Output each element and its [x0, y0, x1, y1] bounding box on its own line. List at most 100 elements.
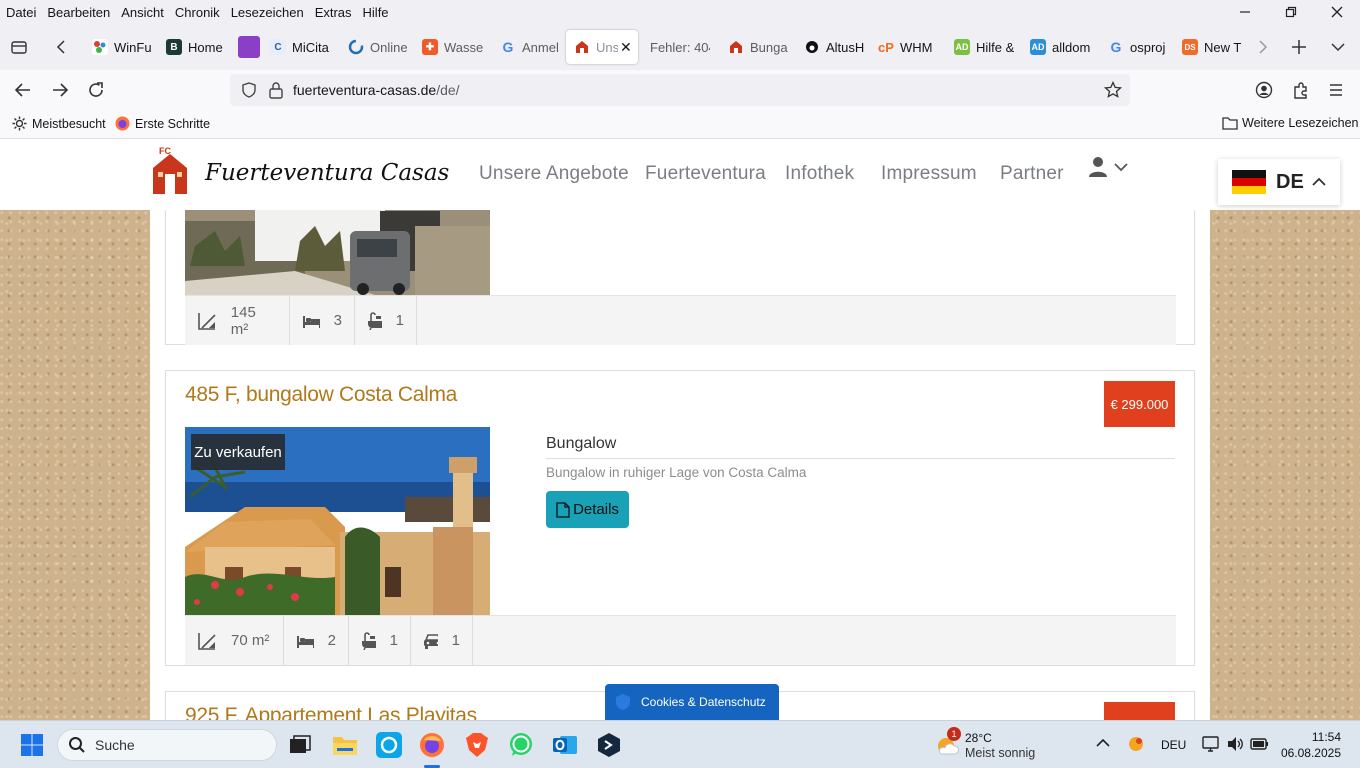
tab-fehler-404[interactable]: Fehler: 404 — [642, 30, 710, 64]
menu-lesezeichen[interactable]: Lesezeichen — [231, 5, 304, 20]
menu-hilfe[interactable]: Hilfe — [363, 5, 389, 20]
tab-home[interactable]: B Home — [158, 30, 226, 64]
lock-icon[interactable] — [268, 81, 284, 99]
bookmark-star-icon[interactable] — [1104, 81, 1122, 99]
listing-photo[interactable]: Zu verkaufen — [185, 427, 490, 615]
app-cube-icon[interactable] — [595, 731, 623, 759]
listing-type: Bungalow — [546, 435, 617, 452]
tabs-scroll-right-icon[interactable] — [1256, 39, 1270, 55]
whatsapp-icon[interactable] — [507, 731, 535, 759]
bed-icon — [303, 315, 320, 328]
bookmark-meistbesucht[interactable]: Meistbesucht — [12, 116, 106, 131]
outlook-icon[interactable] — [551, 731, 579, 759]
taskbar-search[interactable]: Suche — [57, 729, 277, 761]
bookmark-erste-schritte[interactable]: Erste Schritte — [115, 116, 210, 131]
online-favicon-icon — [348, 39, 364, 55]
weather-widget[interactable]: 1 28°C Meist sonnig — [935, 727, 1035, 761]
language-switcher[interactable]: DE — [1218, 159, 1340, 205]
nav-fuerteventura[interactable]: Fuerteventura — [645, 163, 766, 185]
back-icon[interactable] — [14, 81, 32, 99]
google-favicon-icon: G — [502, 39, 514, 55]
tab-wasser[interactable]: ✚ Wasse — [414, 30, 484, 64]
cookie-consent-button[interactable]: Cookies & Datenschutz — [605, 684, 779, 720]
weather-temp: 28°C — [965, 731, 992, 745]
weather-badge: 1 — [947, 727, 961, 741]
restore-button[interactable] — [1268, 0, 1314, 24]
url-text[interactable]: fuerteventura-casas.de/de/ — [293, 82, 460, 98]
feature-value: 70 m² — [231, 632, 270, 649]
nav-unsere-angebote[interactable]: Unsere Angebote — [479, 163, 629, 185]
close-tab-icon[interactable]: ✕ — [620, 39, 632, 56]
battery-icon[interactable] — [1250, 736, 1270, 752]
tab-whm[interactable]: cP WHM — [870, 30, 938, 64]
tray-overflow-icon[interactable] — [1096, 738, 1110, 748]
tab-winfu[interactable]: WinFu — [84, 30, 152, 64]
nav-impressum[interactable]: Impressum — [881, 163, 977, 185]
language-code: DE — [1276, 170, 1304, 193]
listing-title[interactable]: 925 F, Appartement Las Playitas — [185, 704, 477, 720]
list-all-tabs-icon[interactable] — [1330, 39, 1346, 55]
tab-online[interactable]: Online — [340, 30, 408, 64]
input-language[interactable]: DEU — [1161, 738, 1186, 752]
tab-label: Anmel — [522, 39, 559, 55]
listing-photo[interactable] — [185, 210, 490, 295]
altus-favicon-icon — [804, 39, 820, 55]
menu-datei[interactable]: Datei — [6, 5, 36, 20]
tab-label: Bunga — [750, 39, 788, 55]
feature-parking: 1 — [411, 616, 473, 665]
network-icon[interactable] — [1202, 735, 1220, 753]
menu-chronik[interactable]: Chronik — [175, 5, 220, 20]
tabs-scroll-left-icon[interactable] — [54, 39, 68, 55]
features-bar: 70 m² 2 1 1 — [185, 615, 1176, 665]
app-menu-icon[interactable] — [1328, 82, 1344, 98]
bookmark-weitere-lesezeichen[interactable]: Weitere Lesezeichen — [1222, 116, 1359, 130]
account-icon[interactable] — [1255, 81, 1273, 99]
price-badge: € 299.000 — [1104, 381, 1175, 427]
site-logo[interactable]: FC Fuerteventura Casas — [150, 146, 449, 196]
user-menu[interactable] — [1088, 156, 1128, 178]
tab-micita[interactable]: C MiCita — [262, 30, 338, 64]
tracking-shield-icon[interactable] — [240, 81, 258, 99]
tab-overview-icon[interactable] — [10, 38, 28, 56]
alexa-icon[interactable] — [375, 731, 403, 759]
gear-icon — [12, 116, 27, 131]
feature-area: 70 m² — [185, 616, 284, 665]
clock[interactable]: 11:54 06.08.2025 — [1279, 729, 1341, 761]
menu-bar: Datei Bearbeiten Ansicht Chronik Lesezei… — [0, 0, 1360, 24]
menu-extras[interactable]: Extras — [315, 5, 352, 20]
tab-purple[interactable] — [230, 30, 260, 64]
tab-osproj[interactable]: G osproj — [1100, 30, 1168, 64]
tab-altush[interactable]: AltusH — [796, 30, 864, 64]
tab-label: Hilfe & — [976, 39, 1014, 55]
tab-label: Online — [370, 39, 408, 55]
tab-hilfe[interactable]: AD Hilfe & — [946, 30, 1014, 64]
tab-bungalow[interactable]: Bunga — [720, 30, 788, 64]
tab-anmelden[interactable]: G Anmel — [492, 30, 560, 64]
feature-bathrooms: 1 — [349, 616, 411, 665]
forward-icon[interactable] — [51, 81, 69, 99]
file-explorer-icon[interactable] — [331, 731, 359, 759]
menu-bearbeiten[interactable]: Bearbeiten — [47, 5, 110, 20]
nav-partner[interactable]: Partner — [1000, 163, 1064, 185]
features-bar: 145 m² 3 1 — [185, 295, 1176, 345]
tab-unsere-angebote[interactable]: Uns ✕ — [566, 30, 638, 64]
reload-icon[interactable] — [87, 81, 105, 99]
tab-new[interactable]: DS New T — [1174, 30, 1246, 64]
extensions-icon[interactable] — [1292, 81, 1310, 99]
url-bar[interactable]: fuerteventura-casas.de/de/ — [230, 74, 1130, 106]
brave-icon[interactable] — [463, 731, 491, 759]
tray-app-icon[interactable] — [1126, 735, 1146, 753]
task-view-icon[interactable] — [286, 731, 314, 759]
close-window-button[interactable] — [1314, 0, 1360, 24]
menu-ansicht[interactable]: Ansicht — [121, 5, 164, 20]
firefox-taskbar-icon[interactable] — [418, 731, 446, 759]
listing-title[interactable]: 485 F, bungalow Costa Calma — [185, 383, 457, 407]
volume-icon[interactable] — [1226, 735, 1244, 753]
new-tab-icon[interactable] — [1290, 38, 1308, 56]
nav-infothek[interactable]: Infothek — [785, 163, 854, 185]
details-button[interactable]: Details — [546, 491, 629, 528]
start-button[interactable] — [18, 731, 46, 759]
tab-alldom[interactable]: AD alldom — [1022, 30, 1090, 64]
minimize-button[interactable] — [1222, 0, 1268, 24]
bookmarks-toolbar: Meistbesucht Erste Schritte Weitere Lese… — [0, 110, 1360, 139]
